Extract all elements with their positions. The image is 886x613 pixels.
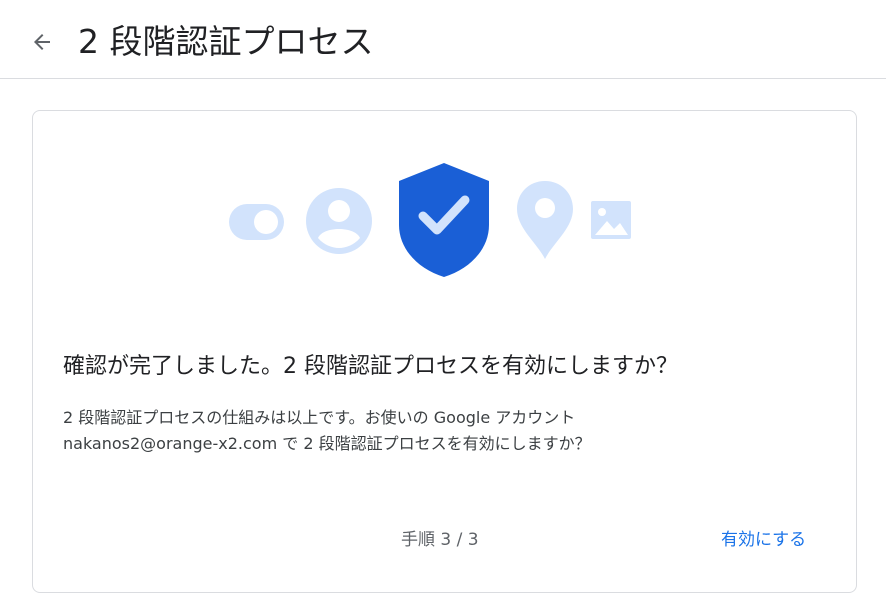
shield-check-icon [399, 163, 489, 277]
page-title: 2 段階認証プロセス [78, 22, 374, 61]
confirmation-heading: 確認が完了しました。2 段階認証プロセスを有効にしますか？ [63, 354, 678, 379]
confirmation-card: 確認が完了しました。2 段階認証プロセスを有効にしますか？ 2 段階認証プロセス… [32, 110, 857, 593]
description-line-1: 2 段階認証プロセスの仕組みは以上です。お使いの Google アカウント [63, 408, 576, 427]
location-pin-icon [517, 181, 573, 259]
arrow-back-icon [34, 34, 50, 50]
page-header: 2 段階認証プロセス [0, 0, 886, 79]
step-indicator: 手順 3 / 3 [401, 530, 479, 550]
description-line-2: nakanos2@orange-x2.com で 2 段階認証プロセスを有効にし… [63, 434, 591, 453]
illustration [229, 163, 631, 277]
image-icon [591, 201, 631, 239]
confirmation-description: 2 段階認証プロセスの仕組みは以上です。お使いの Google アカウント na… [63, 405, 591, 457]
toggle-icon [229, 204, 284, 240]
back-button[interactable] [26, 26, 58, 58]
enable-button[interactable]: 有効にする [711, 522, 816, 558]
account-circle-icon [306, 188, 372, 254]
